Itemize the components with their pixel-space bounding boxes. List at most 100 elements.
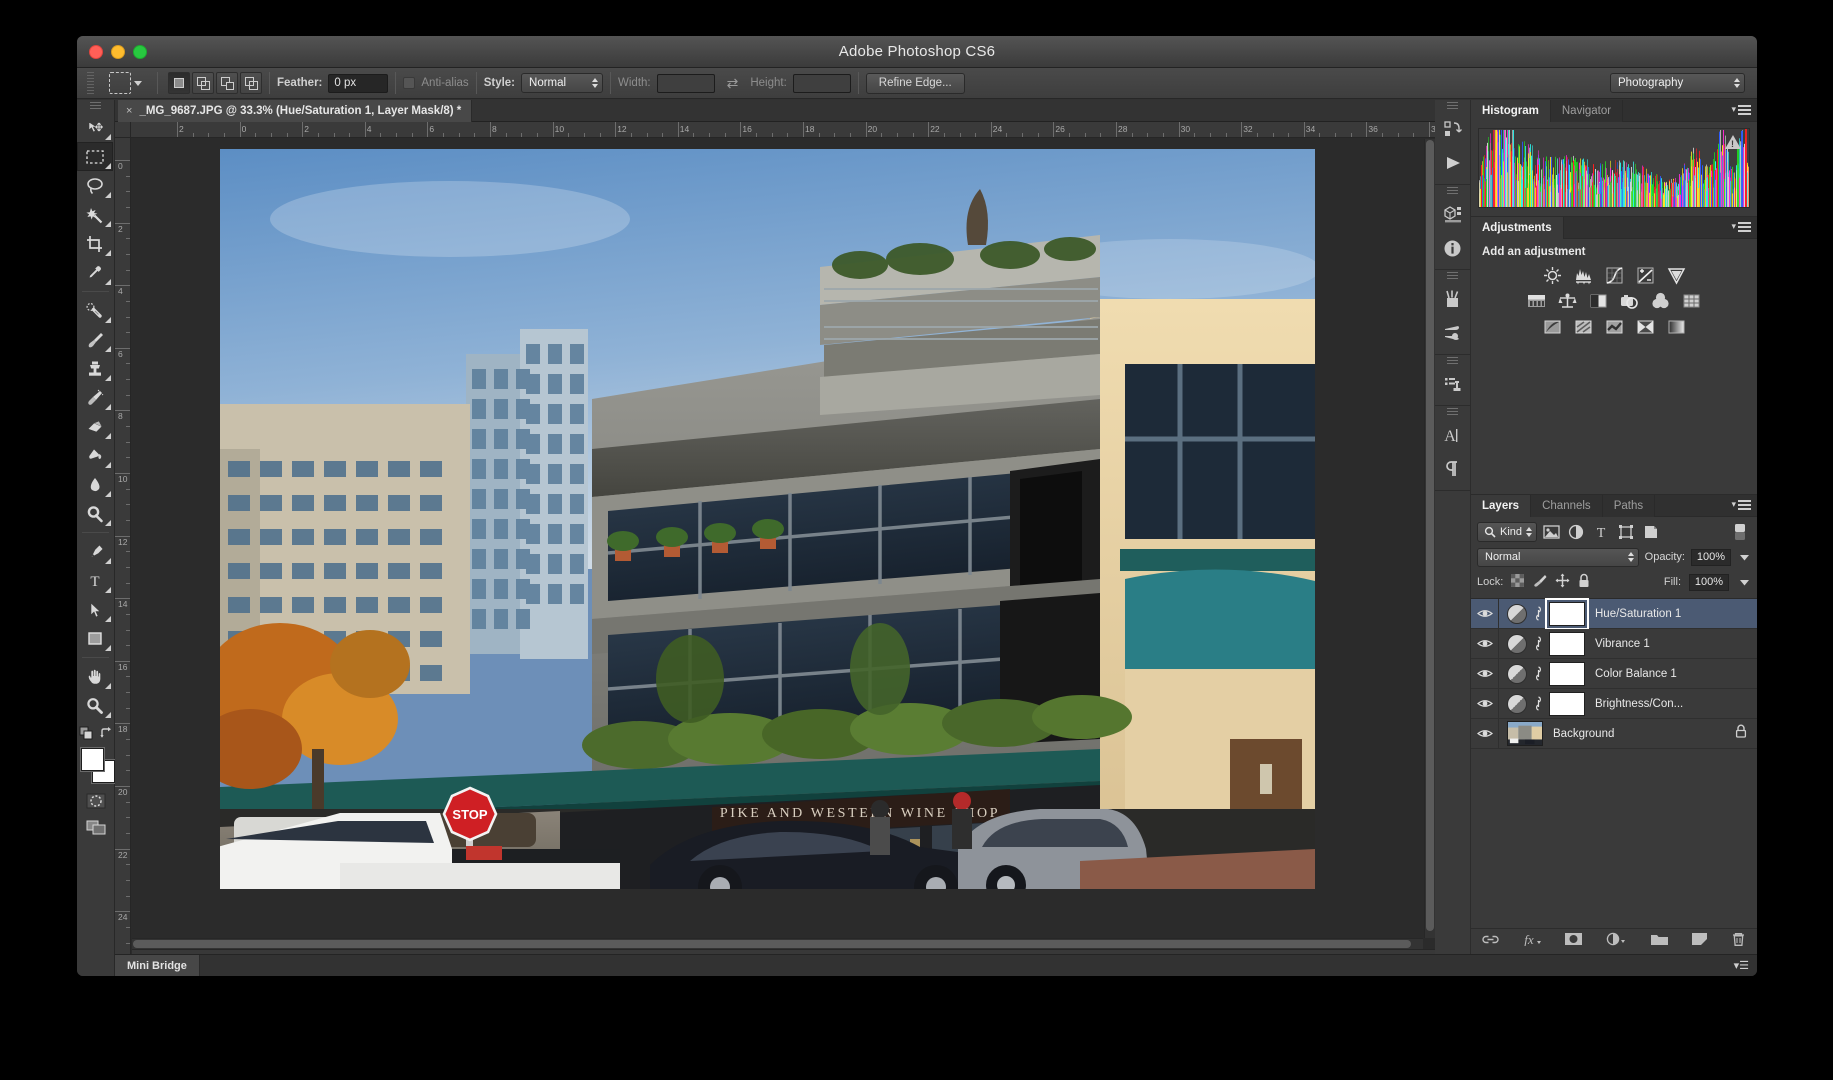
posterize-icon[interactable]	[1572, 317, 1594, 337]
new-layer-icon[interactable]	[1691, 932, 1708, 951]
invert-icon[interactable]	[1541, 317, 1563, 337]
rail-grip[interactable]	[1435, 406, 1470, 418]
new-adjustment-layer-icon[interactable]	[1605, 932, 1627, 951]
layer-visibility-toggle[interactable]	[1471, 659, 1499, 688]
layer-mask-thumbnail[interactable]	[1549, 632, 1585, 656]
table-row[interactable]: Hue/Saturation 1	[1471, 599, 1757, 629]
fill-stepper-icon[interactable]	[1737, 572, 1751, 592]
exposure-icon[interactable]	[1634, 265, 1656, 285]
layer-name[interactable]: Background	[1553, 728, 1614, 740]
layer-mask-thumbnail[interactable]	[1549, 662, 1585, 686]
channel-mixer-icon[interactable]	[1650, 291, 1672, 311]
vibrance-icon[interactable]	[1665, 265, 1687, 285]
dodge-tool[interactable]	[77, 499, 113, 528]
layer-visibility-toggle[interactable]	[1471, 719, 1499, 748]
gradient-tool[interactable]	[77, 441, 113, 470]
workspace-select[interactable]: Photography	[1610, 73, 1745, 93]
filter-adjustment-icon[interactable]	[1565, 522, 1587, 542]
filter-shape-icon[interactable]	[1615, 522, 1637, 542]
brush-presets-icon[interactable]	[1435, 282, 1470, 316]
info-icon[interactable]	[1435, 231, 1470, 265]
subtract-from-selection-button[interactable]	[216, 72, 238, 94]
vertical-ruler[interactable]: 02468101214161820222426	[115, 138, 131, 976]
link-layers-icon[interactable]	[1482, 933, 1499, 951]
options-bar-grip[interactable]	[83, 72, 97, 94]
spot-healing-brush-tool[interactable]	[77, 296, 113, 325]
history-brush-tool[interactable]	[77, 383, 113, 412]
height-input[interactable]	[793, 74, 851, 93]
foreground-color-swatch[interactable]	[81, 748, 104, 771]
layer-visibility-toggle[interactable]	[1471, 629, 1499, 658]
tab-channels[interactable]: Channels	[1531, 495, 1603, 517]
brush-icon[interactable]	[1435, 316, 1470, 350]
blur-tool[interactable]	[77, 470, 113, 499]
style-select[interactable]: Normal	[521, 73, 603, 93]
character-icon[interactable]: A	[1435, 418, 1470, 452]
table-row[interactable]: Color Balance 1	[1471, 659, 1757, 689]
actions-play-icon[interactable]	[1435, 146, 1470, 180]
width-input[interactable]	[657, 74, 715, 93]
tab-layers[interactable]: Layers	[1471, 495, 1531, 517]
lasso-tool[interactable]	[77, 171, 113, 200]
swap-dimensions-icon[interactable]: ⇄	[727, 75, 739, 92]
canvas-surface[interactable]: PIKE AND WESTERN WINE SHOP	[132, 139, 1435, 976]
filter-type-icon[interactable]: T	[1590, 522, 1612, 542]
lock-image-pixels-icon[interactable]	[1532, 574, 1547, 590]
refine-edge-button[interactable]: Refine Edge...	[866, 73, 965, 94]
layer-filter-kind-select[interactable]: Kind	[1477, 522, 1537, 542]
lock-position-icon[interactable]	[1555, 573, 1570, 591]
hand-tool[interactable]	[77, 662, 113, 691]
new-selection-button[interactable]	[168, 72, 190, 94]
feather-input[interactable]: 0 px	[328, 74, 388, 93]
tab-adjustments[interactable]: Adjustments	[1471, 217, 1564, 239]
fill-value[interactable]: 100%	[1689, 574, 1729, 591]
filter-pixel-icon[interactable]	[1540, 522, 1562, 542]
layer-mask-thumbnail[interactable]	[1549, 602, 1585, 626]
filter-smart-object-icon[interactable]	[1640, 522, 1662, 542]
zoom-tool[interactable]	[77, 691, 113, 720]
delete-layer-icon[interactable]	[1731, 932, 1746, 952]
horizontal-ruler[interactable]: 2024681012141618202224262830323436384042	[131, 122, 1435, 138]
opacity-stepper-icon[interactable]	[1737, 547, 1751, 567]
black-white-icon[interactable]	[1588, 291, 1610, 311]
add-to-selection-button[interactable]	[192, 72, 214, 94]
clone-stamp-tool[interactable]	[77, 354, 113, 383]
crop-tool[interactable]	[77, 229, 113, 258]
panel-menu-icon[interactable]: ▾	[1731, 104, 1751, 115]
blend-mode-select[interactable]: Normal	[1477, 548, 1639, 567]
eraser-tool[interactable]	[77, 412, 113, 441]
opacity-value[interactable]: 100%	[1691, 549, 1731, 566]
layer-link-icon[interactable]	[1530, 606, 1546, 621]
cached-data-warning-icon[interactable]	[1725, 135, 1741, 149]
brush-tool[interactable]	[77, 325, 113, 354]
selective-color-icon[interactable]	[1665, 317, 1687, 337]
tab-histogram[interactable]: Histogram	[1471, 100, 1551, 122]
layer-name[interactable]: Vibrance 1	[1595, 638, 1650, 650]
ruler-origin-corner[interactable]	[115, 122, 131, 138]
eyedropper-tool[interactable]	[77, 258, 113, 287]
path-selection-tool[interactable]	[77, 595, 113, 624]
layer-link-icon[interactable]	[1530, 666, 1546, 681]
new-group-icon[interactable]	[1650, 932, 1669, 951]
quick-mask-mode-button[interactable]	[77, 788, 115, 814]
canvas-vertical-scrollbar[interactable]	[1424, 139, 1435, 938]
curves-icon[interactable]	[1603, 265, 1625, 285]
filter-enable-toggle[interactable]	[1729, 522, 1751, 542]
close-icon[interactable]: ×	[126, 105, 132, 117]
tool-preset-picker[interactable]	[101, 72, 150, 94]
rectangular-marquee-tool[interactable]	[77, 142, 113, 171]
layer-visibility-toggle[interactable]	[1471, 689, 1499, 718]
rail-grip[interactable]	[1435, 185, 1470, 197]
threshold-icon[interactable]	[1603, 317, 1625, 337]
adjustment-layer-thumbnail[interactable]	[1507, 694, 1527, 714]
layer-style-fx-icon[interactable]: fx	[1522, 932, 1542, 951]
panel-menu-icon[interactable]: ▾	[1731, 499, 1751, 510]
anti-alias-checkbox[interactable]	[403, 77, 415, 89]
magic-wand-tool[interactable]	[77, 200, 113, 229]
rail-grip[interactable]	[1435, 355, 1470, 367]
color-balance-icon[interactable]	[1557, 291, 1579, 311]
type-tool[interactable]: T	[77, 566, 113, 595]
layer-mask-thumbnail[interactable]	[1549, 692, 1585, 716]
rail-grip[interactable]	[1435, 270, 1470, 282]
levels-icon[interactable]	[1572, 265, 1594, 285]
